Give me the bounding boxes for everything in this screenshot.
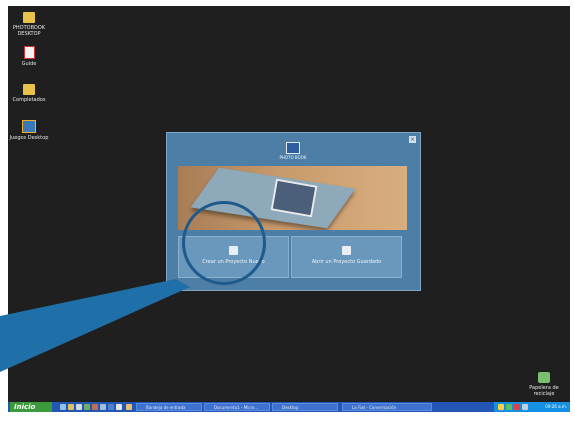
- callout-pointer: [0, 279, 190, 372]
- callout-beam: [0, 279, 190, 372]
